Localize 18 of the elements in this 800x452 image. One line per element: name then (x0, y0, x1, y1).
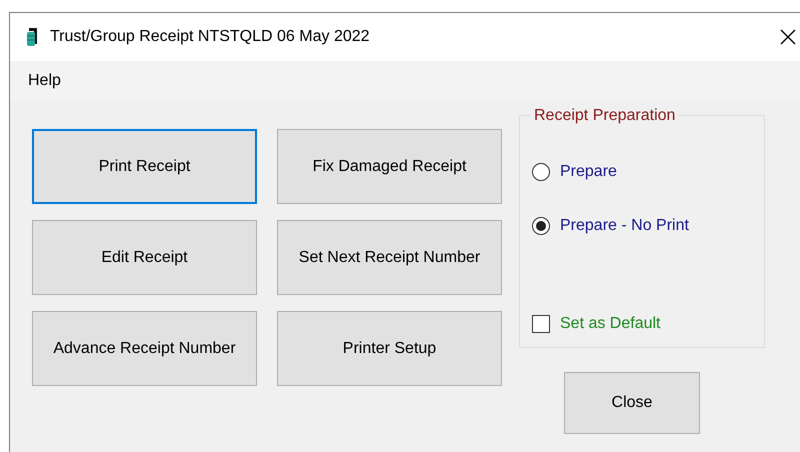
menu-item[interactable]: Help (26, 69, 63, 93)
radio-button[interactable] (532, 217, 550, 235)
group-title: Receipt Preparation (530, 106, 680, 126)
app-icon (26, 27, 40, 47)
close-icon[interactable] (780, 29, 796, 45)
radio-label[interactable]: Prepare (560, 160, 617, 184)
action-button[interactable]: Set Next Receipt Number (277, 220, 502, 295)
radio-button[interactable] (532, 163, 550, 181)
checkbox-label[interactable]: Set as Default (560, 312, 660, 336)
action-button[interactable]: Fix Damaged Receipt (277, 129, 502, 204)
action-button[interactable]: Printer Setup (277, 311, 502, 386)
window-title: Trust/Group Receipt NTSTQLD 06 May 2022 (50, 27, 370, 47)
close-button[interactable]: Close (564, 372, 700, 434)
action-button[interactable]: Print Receipt (32, 129, 257, 204)
checkbox[interactable] (532, 315, 550, 333)
action-button[interactable]: Edit Receipt (32, 220, 257, 295)
action-button[interactable]: Advance Receipt Number (32, 311, 257, 386)
radio-label[interactable]: Prepare - No Print (560, 214, 689, 238)
